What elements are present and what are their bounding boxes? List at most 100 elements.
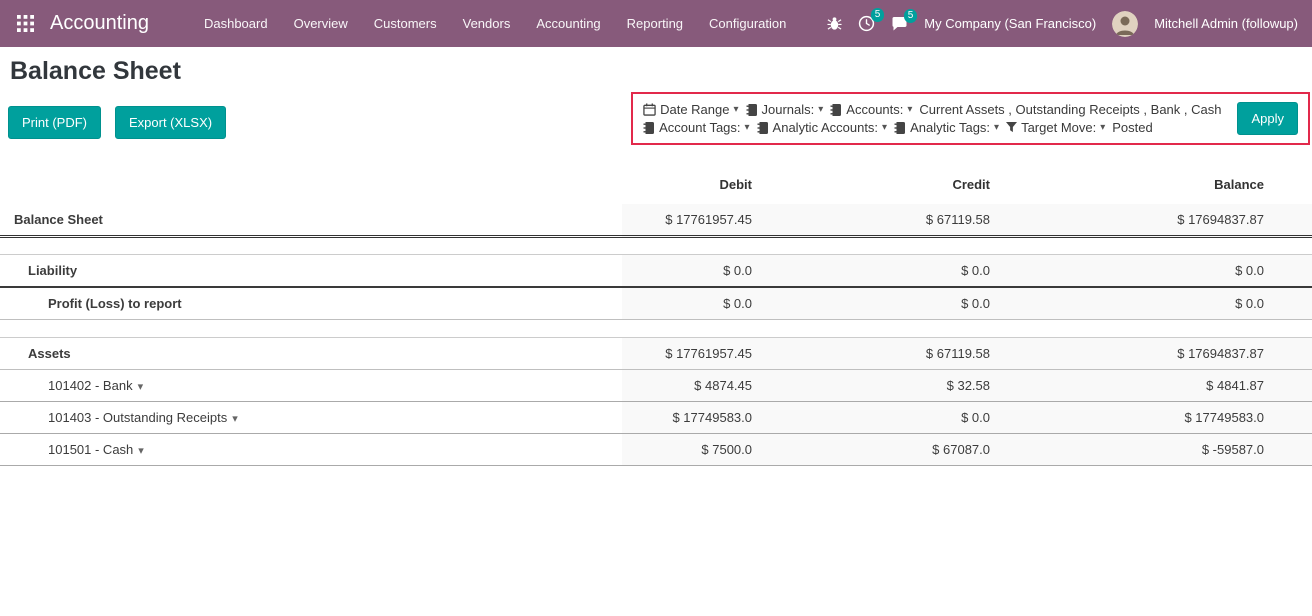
analytic-tags-filter[interactable]: Analytic Tags: ▾	[894, 120, 999, 135]
row-label: Liability	[28, 263, 77, 278]
cell-debit: $ 17761957.45	[622, 338, 772, 370]
row-label: 101403 - Outstanding Receipts	[48, 410, 227, 425]
cell-balance: $ 0.0	[1012, 287, 1312, 320]
cell-credit: $ 0.0	[772, 287, 1012, 320]
account-dropdown-caret[interactable]: ▾	[232, 413, 238, 425]
account-tags-label: Account Tags:	[659, 120, 740, 135]
cell-debit: $ 17749583.0	[622, 402, 772, 434]
chevron-down-icon: ▾	[818, 104, 823, 115]
top-navbar: Accounting DashboardOverviewCustomersVen…	[0, 0, 1312, 47]
app-name[interactable]: Accounting	[50, 12, 149, 35]
top-menu-item[interactable]: Overview	[281, 0, 361, 47]
filter-highlight-box: Date Range ▾ Journals: ▾ A	[631, 92, 1310, 145]
journals-label: Journals:	[762, 102, 815, 117]
user-menu[interactable]: Mitchell Admin (followup)	[1154, 16, 1298, 31]
table-row: 101403 - Outstanding Receipts ▾ $ 1774958…	[0, 402, 1312, 434]
row-name-cell: 101403 - Outstanding Receipts ▾	[0, 402, 622, 434]
company-switcher[interactable]: My Company (San Francisco)	[924, 16, 1096, 31]
accounts-selected-value: Current Assets , Outstanding Receipts , …	[919, 102, 1221, 117]
row-label: 101501 - Cash	[48, 442, 133, 457]
page-title: Balance Sheet	[0, 57, 1312, 86]
row-name-cell: 101402 - Bank ▾	[0, 370, 622, 402]
apply-button[interactable]: Apply	[1237, 102, 1298, 135]
bug-icon[interactable]	[827, 16, 842, 31]
cell-credit: $ 67119.58	[772, 204, 1012, 237]
cell-debit: $ 7500.0	[622, 434, 772, 466]
top-menu-item[interactable]: Dashboard	[191, 0, 281, 47]
spacer-row	[0, 320, 1312, 338]
accounts-label: Accounts:	[846, 102, 903, 117]
top-menu-item[interactable]: Customers	[361, 0, 450, 47]
chevron-down-icon: ▾	[1100, 122, 1105, 133]
accounts-filter[interactable]: Accounts: ▾	[830, 102, 912, 117]
journal-icon	[746, 104, 758, 116]
spacer-row	[0, 237, 1312, 255]
cell-credit: $ 0.0	[772, 402, 1012, 434]
top-menu-item[interactable]: Reporting	[614, 0, 696, 47]
balance-sheet-table: Debit Credit Balance Balance Sheet $ 177…	[0, 177, 1312, 466]
cell-balance: $ -59587.0	[1012, 434, 1312, 466]
balance-column-header: Balance	[1012, 177, 1312, 204]
cell-credit: $ 67087.0	[772, 434, 1012, 466]
cell-debit: $ 17761957.45	[622, 204, 772, 237]
top-menu-item[interactable]: Configuration	[696, 0, 799, 47]
table-row: 101402 - Bank▾ $ 4874.45 $ 32.58 $ 4841.…	[0, 370, 1312, 402]
messages-chat-icon[interactable]: 5	[891, 16, 908, 32]
target-move-filter[interactable]: Target Move: ▾	[1006, 120, 1105, 135]
top-menu-item[interactable]: Vendors	[450, 0, 524, 47]
row-name-cell: Liability	[0, 255, 622, 288]
calendar-icon	[643, 103, 656, 116]
row-name-cell: Profit (Loss) to report	[0, 287, 622, 320]
journal-icon	[757, 122, 769, 134]
analytic-accounts-filter[interactable]: Analytic Accounts: ▾	[757, 120, 888, 135]
row-label: Profit (Loss) to report	[48, 296, 182, 311]
cell-credit: $ 67119.58	[772, 338, 1012, 370]
analytic-accounts-label: Analytic Accounts:	[773, 120, 879, 135]
account-dropdown-caret[interactable]: ▾	[138, 381, 144, 393]
report-rows: Balance Sheet $ 17761957.45 $ 67119.58 $…	[0, 204, 1312, 466]
journal-icon	[894, 122, 906, 134]
cell-debit: $ 4874.45	[622, 370, 772, 402]
export-xlsx-button[interactable]: Export (XLSX)	[115, 106, 226, 139]
chevron-down-icon: ▾	[745, 122, 750, 133]
cell-debit: $ 0.0	[622, 255, 772, 288]
target-move-selected-value: Posted	[1112, 120, 1152, 135]
debit-column-header: Debit	[622, 177, 772, 204]
analytic-tags-label: Analytic Tags:	[910, 120, 990, 135]
user-avatar[interactable]	[1112, 11, 1138, 37]
cell-debit: $ 0.0	[622, 287, 772, 320]
account-dropdown-caret[interactable]: ▾	[138, 445, 144, 457]
row-label: Assets	[28, 346, 71, 361]
cell-balance: $ 0.0	[1012, 255, 1312, 288]
journal-icon	[830, 104, 842, 116]
filter-line-2: Account Tags: ▾ Analytic Accounts: ▾	[643, 120, 1221, 135]
apps-grid-icon[interactable]	[14, 13, 36, 35]
table-row: 101501 - Cash ▾ $ 7500.0 $ 67087.0 $ -595…	[0, 434, 1312, 466]
table-row: Liability $ 0.0 $ 0.0 $ 0.0	[0, 255, 1312, 288]
journals-filter[interactable]: Journals: ▾	[746, 102, 824, 117]
activities-clock-icon[interactable]: 5	[858, 15, 875, 32]
row-name-cell: Balance Sheet	[0, 204, 622, 237]
top-menu-item[interactable]: Accounting	[523, 0, 613, 47]
filter-lines: Date Range ▾ Journals: ▾ A	[643, 102, 1221, 135]
journal-icon	[643, 122, 655, 134]
account-tags-filter[interactable]: Account Tags: ▾	[643, 120, 749, 135]
print-pdf-button[interactable]: Print (PDF)	[8, 106, 101, 139]
cell-credit: $ 32.58	[772, 370, 1012, 402]
filter-line-1: Date Range ▾ Journals: ▾ A	[643, 102, 1221, 117]
cell-balance: $ 17694837.87	[1012, 338, 1312, 370]
cell-credit: $ 0.0	[772, 255, 1012, 288]
row-label: Balance Sheet	[14, 212, 103, 227]
row-label: 101402 - Bank	[48, 378, 133, 393]
table-header-row: Debit Credit Balance	[0, 177, 1312, 204]
table-row: Assets $ 17761957.45 $ 67119.58 $ 176948…	[0, 338, 1312, 370]
top-menu: DashboardOverviewCustomersVendorsAccount…	[191, 0, 799, 47]
table-row: Balance Sheet $ 17761957.45 $ 67119.58 $…	[0, 204, 1312, 237]
target-move-label: Target Move:	[1021, 120, 1096, 135]
row-name-cell: Assets	[0, 338, 622, 370]
name-column-header	[0, 177, 622, 204]
message-count-badge: 5	[904, 9, 918, 23]
chevron-down-icon: ▾	[994, 122, 999, 133]
date-range-filter[interactable]: Date Range ▾	[643, 102, 738, 117]
date-range-label: Date Range	[660, 102, 729, 117]
